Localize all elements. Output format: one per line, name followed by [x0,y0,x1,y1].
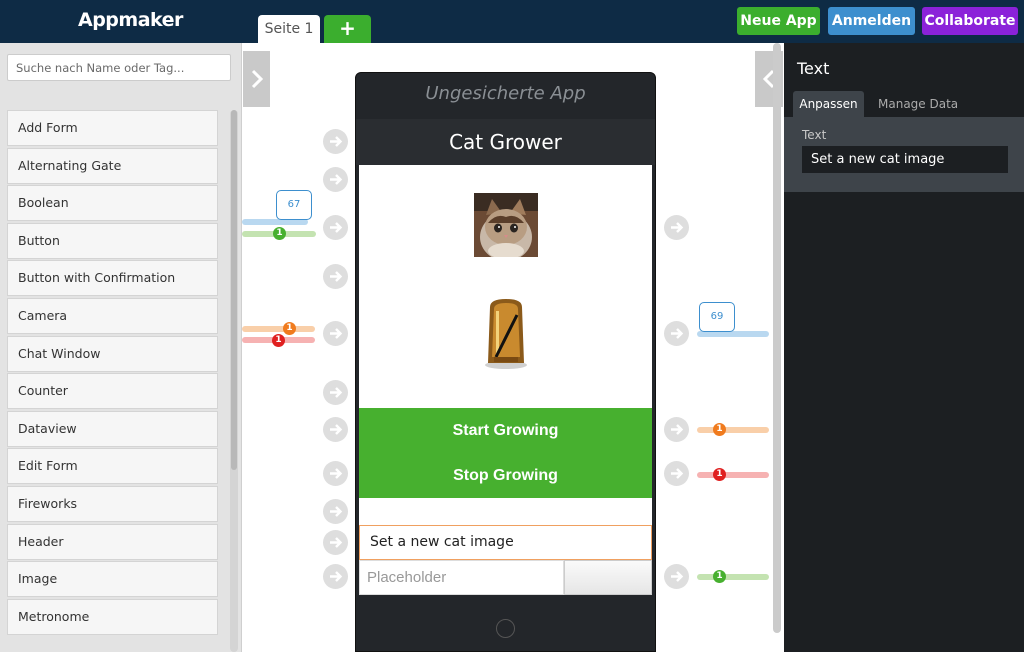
wire-green[interactable] [697,574,769,580]
tab-manage-data[interactable]: Manage Data [878,91,958,118]
wire-orange[interactable] [697,427,769,433]
sign-in-button[interactable]: Anmelden [828,7,915,35]
input-port[interactable] [323,321,348,346]
tab-anpassen[interactable]: Anpassen [793,91,864,118]
input-submit-button[interactable] [564,560,652,595]
input-port[interactable] [323,417,348,442]
arrow-right-icon [330,468,343,479]
output-port[interactable] [664,417,689,442]
widget-item[interactable]: Alternating Gate [7,147,218,184]
app-header[interactable]: Cat Grower [356,119,655,165]
widget-sidebar: Add Form Alternating Gate Boolean Button… [0,43,242,652]
arrow-right-icon [330,136,343,147]
arrow-right-icon [330,271,343,282]
widget-item[interactable]: Metronome [7,598,218,635]
connection-badge[interactable]: 1 [713,468,726,481]
collaborate-button[interactable]: Collaborate [922,7,1018,35]
arrow-right-icon [330,506,343,517]
widget-search-input[interactable] [7,54,231,81]
metronome-widget[interactable] [484,297,528,369]
arrow-right-icon [330,387,343,398]
add-page-button[interactable]: + [324,15,371,43]
widget-item[interactable]: Camera [7,297,218,334]
arrow-right-icon [671,222,684,233]
arrow-right-icon [330,222,343,233]
widget-item[interactable]: Header [7,523,218,560]
input-port[interactable] [323,461,348,486]
arrow-right-icon [330,424,343,435]
inspector-panel: Text Anpassen Manage Data Text Set a new… [784,43,1024,652]
output-port[interactable] [664,215,689,240]
connection-badge[interactable]: 1 [713,423,726,436]
output-port[interactable] [664,461,689,486]
stop-growing-button[interactable]: Stop Growing [359,453,652,498]
connection-badge[interactable]: 1 [272,334,285,347]
input-port[interactable] [323,264,348,289]
cat-image[interactable] [474,193,538,257]
value-bubble: 67 [276,190,312,220]
arrow-right-icon [330,174,343,185]
wire-orange[interactable] [242,326,315,332]
wire-red[interactable] [697,472,769,478]
inspector-title: Text [797,59,830,78]
input-port[interactable] [323,380,348,405]
input-port[interactable] [323,530,348,555]
widget-item[interactable]: Boolean [7,185,218,222]
start-growing-button[interactable]: Start Growing [359,408,652,453]
arrow-right-icon [330,537,343,548]
output-port[interactable] [664,321,689,346]
connection-badge[interactable]: 1 [283,322,296,335]
value-bubble: 69 [699,302,735,332]
tab-seite-1[interactable]: Seite 1 [258,15,320,43]
connection-badge[interactable]: 1 [713,570,726,583]
phone-preview: Ungesicherte App Cat Grower Start Growin… [355,72,656,652]
chevron-right-icon [251,69,263,89]
input-port[interactable] [323,167,348,192]
widget-item[interactable]: Button [7,222,218,259]
brand-logo[interactable]: Appmaker [78,9,183,31]
arrow-right-icon [671,424,684,435]
widget-item[interactable]: Dataview [7,410,218,447]
input-port[interactable] [323,499,348,524]
arrow-right-icon [330,328,343,339]
widget-item[interactable]: Fireworks [7,485,218,522]
widget-item[interactable]: Chat Window [7,335,218,372]
sidebar-scrollbar-thumb[interactable] [231,110,237,470]
arrow-right-icon [671,328,684,339]
text-input[interactable] [359,560,564,595]
phone-home-button[interactable] [496,619,515,638]
widget-item[interactable]: Edit Form [7,448,218,485]
input-port[interactable] [323,564,348,589]
collapse-sidebar-button[interactable] [243,51,270,107]
text-widget[interactable]: Set a new cat image [359,525,652,560]
arrow-right-icon [330,571,343,582]
widget-item[interactable]: Button with Confirmation [7,260,218,297]
widget-list: Add Form Alternating Gate Boolean Button… [7,110,218,636]
input-port[interactable] [323,129,348,154]
phone-screen: Start Growing Stop Growing Set a new cat… [359,165,652,595]
canvas-scrollbar[interactable] [773,43,781,633]
text-field-input[interactable]: Set a new cat image [802,146,1008,173]
input-port[interactable] [323,215,348,240]
new-app-button[interactable]: Neue App [737,7,820,35]
arrow-right-icon [671,571,684,582]
widget-item[interactable]: Counter [7,373,218,410]
text-field-label: Text [802,128,827,142]
arrow-right-icon [671,468,684,479]
output-port[interactable] [664,564,689,589]
widget-item[interactable]: Add Form [7,110,218,146]
widget-item[interactable]: Image [7,561,218,598]
connection-badge[interactable]: 1 [273,227,286,240]
app-title[interactable]: Ungesicherte App [356,83,655,104]
